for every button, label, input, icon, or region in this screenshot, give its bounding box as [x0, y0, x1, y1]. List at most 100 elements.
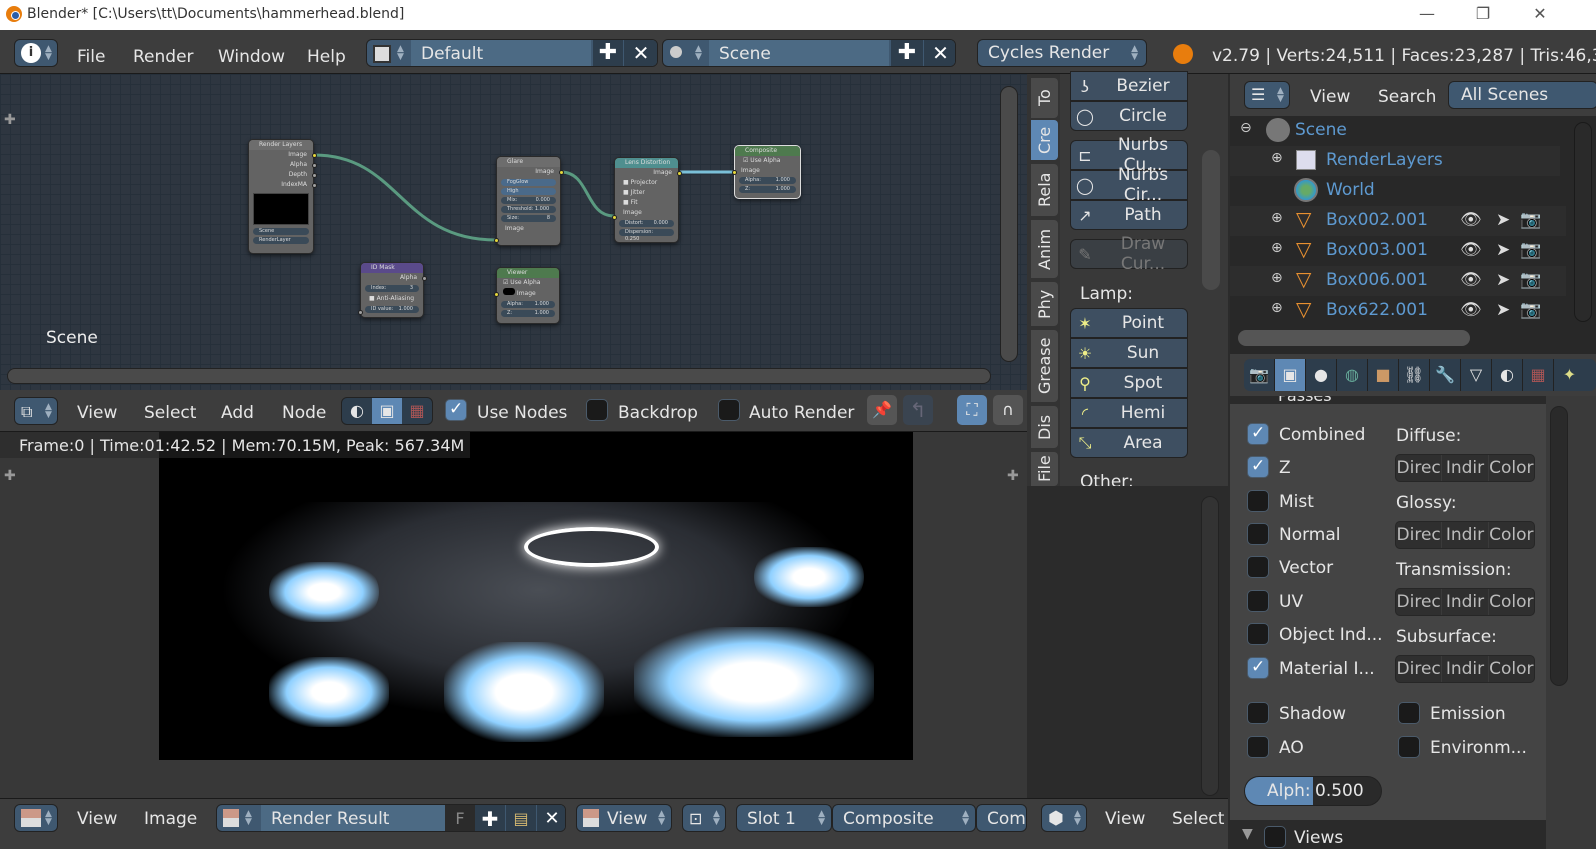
- vertical-scrollbar[interactable]: [1201, 496, 1219, 796]
- menu-view[interactable]: View: [1310, 87, 1350, 107]
- menu-search[interactable]: Search: [1378, 87, 1436, 107]
- environment-pass-checkbox[interactable]: [1398, 736, 1420, 758]
- input-socket[interactable]: [732, 170, 737, 175]
- menu-select[interactable]: Select: [144, 403, 196, 423]
- expand-icon[interactable]: ⊕: [1271, 210, 1283, 226]
- visibility-eye-icon[interactable]: 👁: [1460, 240, 1482, 260]
- vertical-scrollbar[interactable]: [1000, 86, 1018, 362]
- editor-type-outliner-button[interactable]: ☰ ▲ ▼: [1244, 81, 1290, 109]
- output-socket[interactable]: [312, 163, 317, 168]
- pass-checkbox[interactable]: [1247, 456, 1269, 478]
- ao-pass-checkbox[interactable]: [1247, 736, 1269, 758]
- layout-name-field[interactable]: Default: [411, 40, 591, 66]
- transmission-color-button[interactable]: Color: [1489, 589, 1534, 615]
- selectability-cursor-icon[interactable]: ➤: [1496, 300, 1510, 320]
- z-field[interactable]: Z: 1.000: [501, 310, 555, 317]
- glare-type-dropdown[interactable]: FogGlow: [501, 179, 556, 186]
- backdrop-checkbox[interactable]: [586, 399, 608, 421]
- add-point-lamp-button[interactable]: ✶ Point: [1070, 308, 1188, 338]
- texture-nodes-icon[interactable]: ▦: [402, 398, 432, 424]
- channel-dropdown[interactable]: Com: [976, 804, 1027, 832]
- horizontal-scrollbar[interactable]: [1238, 330, 1470, 346]
- add-bezier-button[interactable]: ʖ Bezier: [1070, 71, 1188, 101]
- add-circle-button[interactable]: ◯ Circle: [1070, 101, 1188, 131]
- node-glare[interactable]: Glare Image FogGlow High Mix: 0.000 Thres…: [494, 156, 564, 246]
- pass-checkbox[interactable]: [1247, 623, 1269, 645]
- menu-node[interactable]: Node: [282, 403, 326, 423]
- outliner-row-object[interactable]: ⊕ ▽ Box006.001 👁 ➤ 📷: [1230, 266, 1566, 296]
- node-lens-distortion[interactable]: Lens Distortion Image ■ Projector ■ Jitt…: [612, 157, 682, 243]
- view-mode-dropdown[interactable]: View ▲ ▼: [576, 804, 672, 832]
- alpha-field[interactable]: Alpha: 1.000: [739, 177, 796, 184]
- node-editor[interactable]: ✚ ✚ Render Layers Image Alpha Depth Inde…: [0, 74, 1027, 390]
- visibility-eye-icon[interactable]: 👁: [1460, 270, 1482, 290]
- alpha-field[interactable]: Alpha: 1.000: [501, 301, 555, 308]
- delete-scene-button[interactable]: ✕: [924, 40, 955, 66]
- scene-tab-icon[interactable]: ●: [1306, 359, 1337, 391]
- transmission-direct-button[interactable]: Direc: [1396, 589, 1443, 615]
- distort-field[interactable]: Distort: 0.000: [619, 220, 674, 227]
- visibility-eye-icon[interactable]: 👁: [1460, 300, 1482, 320]
- pass-checkbox[interactable]: [1247, 590, 1269, 612]
- tab-tools[interactable]: To: [1031, 78, 1058, 118]
- add-sun-lamp-button[interactable]: ☀ Sun: [1070, 338, 1188, 368]
- collapse-icon[interactable]: ⊖: [1240, 120, 1252, 136]
- passes-panel-header[interactable]: Passes: [1230, 396, 1546, 404]
- node-viewer[interactable]: Viewer ☑ Use Alpha Image Alpha: 1.000 Z: 1…: [494, 267, 560, 324]
- shelf-scrollbar[interactable]: [1202, 150, 1220, 290]
- minimize-button[interactable]: —: [1404, 4, 1450, 26]
- pass-checkbox[interactable]: [1247, 556, 1269, 578]
- outliner-row-world[interactable]: World: [1230, 176, 1560, 206]
- pass-checkbox[interactable]: [1247, 657, 1269, 679]
- output-socket[interactable]: [422, 276, 427, 281]
- add-layout-button[interactable]: ✚: [593, 40, 623, 66]
- glossy-direct-button[interactable]: Direc: [1396, 522, 1443, 548]
- image-name-field[interactable]: Render Result: [261, 805, 445, 831]
- tab-relations[interactable]: Rela: [1031, 164, 1058, 216]
- diffuse-indirect-button[interactable]: Indir: [1442, 455, 1489, 481]
- renderability-camera-icon[interactable]: 📷: [1520, 300, 1541, 320]
- glare-quality-dropdown[interactable]: High: [501, 188, 556, 195]
- views-panel-header[interactable]: ▼ Views: [1230, 820, 1546, 849]
- pass-checkbox[interactable]: [1247, 523, 1269, 545]
- pass-checkbox[interactable]: [1247, 490, 1269, 512]
- shader-nodes-icon[interactable]: ◐: [342, 398, 372, 424]
- diffuse-color-button[interactable]: Color: [1489, 455, 1534, 481]
- input-socket[interactable]: [612, 215, 617, 220]
- views-checkbox[interactable]: [1264, 826, 1286, 848]
- add-spot-lamp-button[interactable]: ⚲ Spot: [1070, 368, 1188, 398]
- glossy-color-button[interactable]: Color: [1489, 522, 1534, 548]
- material-tab-icon[interactable]: ◐: [1492, 359, 1523, 391]
- use-alpha-checkbox[interactable]: ☑ Use Alpha: [497, 278, 559, 288]
- object-tab-icon[interactable]: ■: [1368, 359, 1399, 391]
- option-projector[interactable]: ■ Projector: [615, 178, 678, 188]
- option-fit[interactable]: ■ Fit: [615, 198, 678, 208]
- expand-icon[interactable]: ⊕: [1271, 300, 1283, 316]
- renderability-camera-icon[interactable]: 📷: [1520, 270, 1541, 290]
- slot-dropdown[interactable]: Slot 1 ▲ ▼: [736, 804, 832, 832]
- menu-file[interactable]: File: [77, 47, 105, 67]
- new-image-button[interactable]: ✚: [475, 805, 505, 831]
- compositing-nodes-icon[interactable]: ▣: [372, 398, 402, 424]
- tab-create[interactable]: Cre: [1031, 120, 1058, 160]
- vertical-scrollbar[interactable]: [1574, 122, 1592, 322]
- world-tab-icon[interactable]: ◍: [1337, 359, 1368, 391]
- size-field[interactable]: Size: 8: [501, 215, 556, 222]
- 3d-view-area[interactable]: [1027, 486, 1228, 798]
- render-tab-icon[interactable]: 📷: [1244, 359, 1275, 391]
- renderability-camera-icon[interactable]: 📷: [1520, 240, 1541, 260]
- selectability-cursor-icon[interactable]: ➤: [1496, 270, 1510, 290]
- constraints-tab-icon[interactable]: ⛓: [1399, 359, 1430, 391]
- add-path-button[interactable]: ↗ Path: [1070, 200, 1188, 230]
- pass-dropdown[interactable]: Composite ▲ ▼: [832, 804, 976, 832]
- node-composite[interactable]: Composite ☑ Use Alpha Image Alpha: 1.000 …: [732, 145, 801, 199]
- alpha-threshold-slider[interactable]: Alph: 0.500: [1244, 776, 1382, 806]
- menu-view[interactable]: View: [77, 403, 117, 423]
- auto-render-checkbox[interactable]: [718, 399, 740, 421]
- tab-physics[interactable]: Phy: [1031, 282, 1058, 326]
- tab-display[interactable]: Dis: [1031, 406, 1058, 448]
- menu-view[interactable]: View: [1105, 809, 1145, 829]
- scene-name-field[interactable]: Scene: [709, 40, 889, 66]
- add-nurbs-circle-button[interactable]: ◯ Nurbs Cir...: [1070, 165, 1188, 205]
- glossy-indirect-button[interactable]: Indir: [1442, 522, 1489, 548]
